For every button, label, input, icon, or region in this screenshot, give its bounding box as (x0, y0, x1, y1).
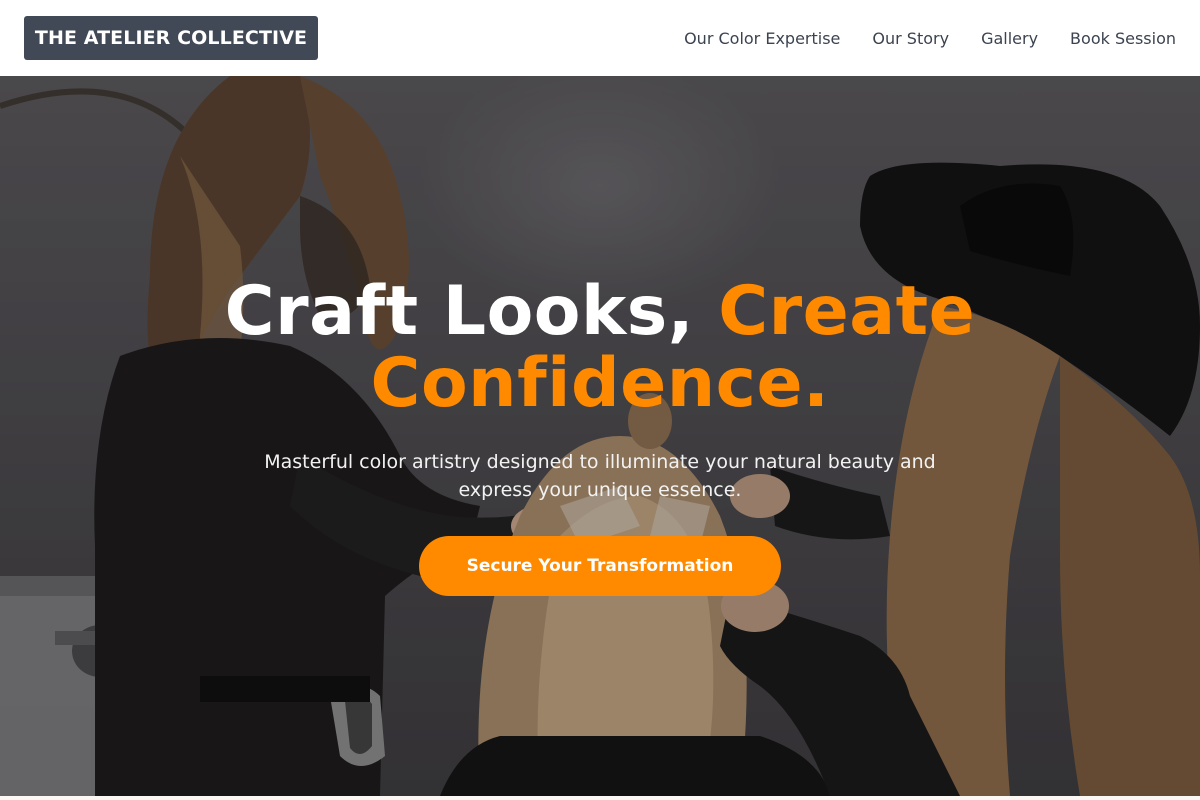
headline-accent-word-1: Create (718, 272, 976, 351)
site-header: THE ATELIER COLLECTIVE Our Color Experti… (0, 0, 1200, 76)
headline-white-text: Craft Looks, (224, 272, 719, 351)
hero-subtitle: Masterful color artistry designed to ill… (264, 451, 936, 501)
hero-content: Craft Looks, Create Confidence. Masterfu… (0, 276, 1200, 596)
nav-link-color-expertise[interactable]: Our Color Expertise (684, 29, 840, 48)
main-nav: Our Color Expertise Our Story Gallery Bo… (684, 0, 1176, 76)
nav-link-our-story[interactable]: Our Story (872, 29, 949, 48)
hero-section: Craft Looks, Create Confidence. Masterfu… (0, 76, 1200, 796)
nav-link-gallery[interactable]: Gallery (981, 29, 1038, 48)
nav-link-book-session[interactable]: Book Session (1070, 29, 1176, 48)
brand-logo[interactable]: THE ATELIER COLLECTIVE (24, 16, 318, 60)
cta-secure-transformation-button[interactable]: Secure Your Transformation (419, 536, 781, 596)
hero-headline: Craft Looks, Create Confidence. (0, 276, 1200, 420)
bottom-strip (0, 796, 1200, 800)
headline-accent-word-2: Confidence. (370, 344, 830, 423)
